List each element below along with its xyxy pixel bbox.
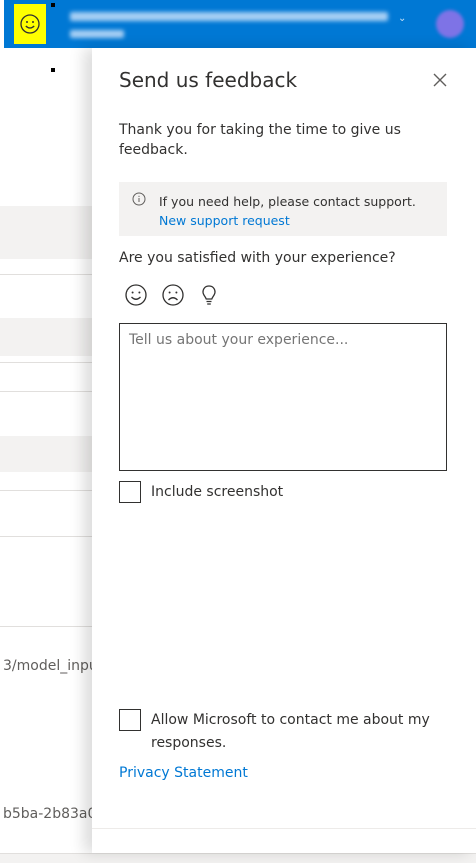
selection-strip xyxy=(0,0,4,48)
feedback-button[interactable] xyxy=(14,4,46,44)
lightbulb-icon xyxy=(202,285,216,305)
smile-icon xyxy=(125,284,147,306)
smile-button[interactable] xyxy=(123,282,149,308)
intro-text: Thank you for taking the time to give us… xyxy=(119,122,401,158)
include-screenshot-label[interactable]: Include screenshot xyxy=(151,481,283,504)
close-icon xyxy=(433,73,447,87)
background-content: 3/model_inpu b5ba-2b83a0 xyxy=(0,48,98,863)
allow-contact-label[interactable]: Allow Microsoft to contact me about my r… xyxy=(151,709,439,755)
background-path-text: 3/model_inpu xyxy=(3,658,98,674)
include-screenshot-option: Include screenshot xyxy=(119,481,283,504)
help-info-bar: If you need help, please contact support… xyxy=(119,182,447,236)
allow-contact-option: Allow Microsoft to contact me about my r… xyxy=(119,709,439,755)
allow-contact-checkbox[interactable] xyxy=(119,709,141,731)
privacy-statement-link[interactable]: Privacy Statement xyxy=(119,765,248,781)
new-support-request-link[interactable]: New support request xyxy=(159,213,290,228)
chevron-down-icon[interactable]: ⌄ xyxy=(398,13,406,24)
top-bar: ⌄ xyxy=(0,0,476,48)
close-button[interactable] xyxy=(428,68,452,92)
feedback-textarea[interactable] xyxy=(119,323,447,471)
feedback-panel: Send us feedback Thank you for taking th… xyxy=(92,48,476,853)
panel-footer-divider xyxy=(92,828,476,829)
info-icon xyxy=(132,192,146,206)
help-text: If you need help, please contact support… xyxy=(159,194,416,209)
bottom-strip xyxy=(0,853,476,863)
idea-button[interactable] xyxy=(196,282,222,308)
frown-icon xyxy=(162,284,184,306)
satisfaction-question: Are you satisfied with your experience? xyxy=(119,250,396,266)
frown-button[interactable] xyxy=(160,282,186,308)
avatar[interactable] xyxy=(436,10,464,38)
smiley-icon xyxy=(20,14,40,34)
directory-name-redacted[interactable] xyxy=(70,12,388,21)
panel-title: Send us feedback xyxy=(119,68,298,92)
user-role-redacted xyxy=(70,30,124,38)
background-id-text: b5ba-2b83a0 xyxy=(3,806,97,822)
selection-handle xyxy=(51,3,55,7)
help-info-text: If you need help, please contact support… xyxy=(159,192,443,230)
include-screenshot-checkbox[interactable] xyxy=(119,481,141,503)
